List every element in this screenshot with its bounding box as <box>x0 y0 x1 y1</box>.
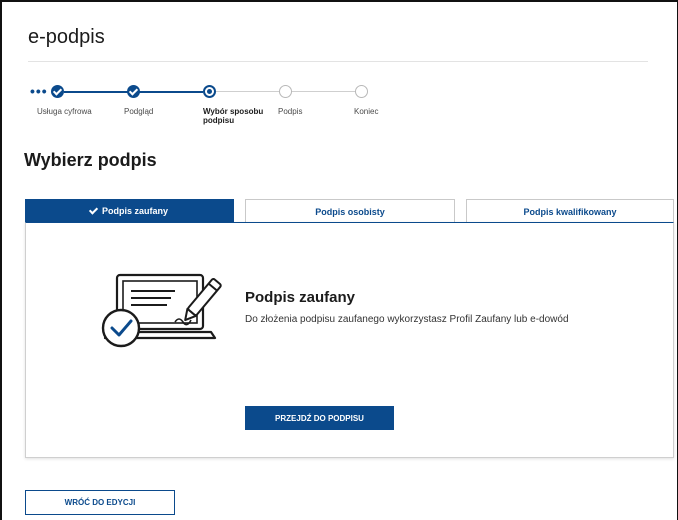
tab-podpis-osobisty[interactable]: Podpis osobisty <box>245 199 455 223</box>
title-divider <box>28 61 648 62</box>
stepper-connector-4 <box>286 91 356 92</box>
step-5-empty-icon <box>355 85 368 98</box>
step-4-label: Podpis <box>278 107 303 116</box>
step-1-check-icon <box>51 85 64 98</box>
step-5-label: Koniec <box>354 107 379 116</box>
page-title: Wybierz podpis <box>24 150 157 170</box>
stepper-connector-3 <box>214 91 279 92</box>
progress-stepper: ••• Usługa cyfrowa Podgląd Wybór sposobu… <box>28 82 408 142</box>
tab-label: Podpis kwalifikowany <box>523 206 617 217</box>
step-3-label: Wybór sposobu podpisu <box>203 107 263 125</box>
back-to-edit-button[interactable]: WRÓĆ DO EDYCJI <box>25 490 175 515</box>
step-3-label-line1: Wybór sposobu <box>203 107 264 116</box>
panel-description: Do złożenia podpisu zaufanego wykorzysta… <box>245 314 569 325</box>
stepper-connector-1 <box>64 91 128 93</box>
app-title: e-podpis <box>28 26 105 48</box>
panel-heading: Podpis zaufany <box>245 289 356 306</box>
step-1-label: Usługa cyfrowa <box>37 107 92 116</box>
step-2-label: Podgląd <box>124 107 154 116</box>
stepper-overflow-indicator: ••• <box>30 83 48 99</box>
tab-label: Podpis zaufany <box>101 206 168 216</box>
check-icon <box>88 204 99 215</box>
go-to-signature-button[interactable]: PRZEJDŹ DO PODPISU <box>245 406 394 430</box>
laptop-signature-check-icon <box>101 273 222 348</box>
step-3-current-icon <box>203 85 216 98</box>
step-4-empty-icon <box>279 85 292 98</box>
step-3-label-line2: podpisu <box>203 116 235 125</box>
tab-label: Podpis osobisty <box>315 206 385 217</box>
tab-podpis-kwalifikowany[interactable]: Podpis kwalifikowany <box>466 199 674 223</box>
stepper-connector-2 <box>138 91 203 93</box>
tab-podpis-zaufany[interactable]: Podpis zaufany <box>25 199 234 223</box>
step-2-check-icon <box>127 85 140 98</box>
